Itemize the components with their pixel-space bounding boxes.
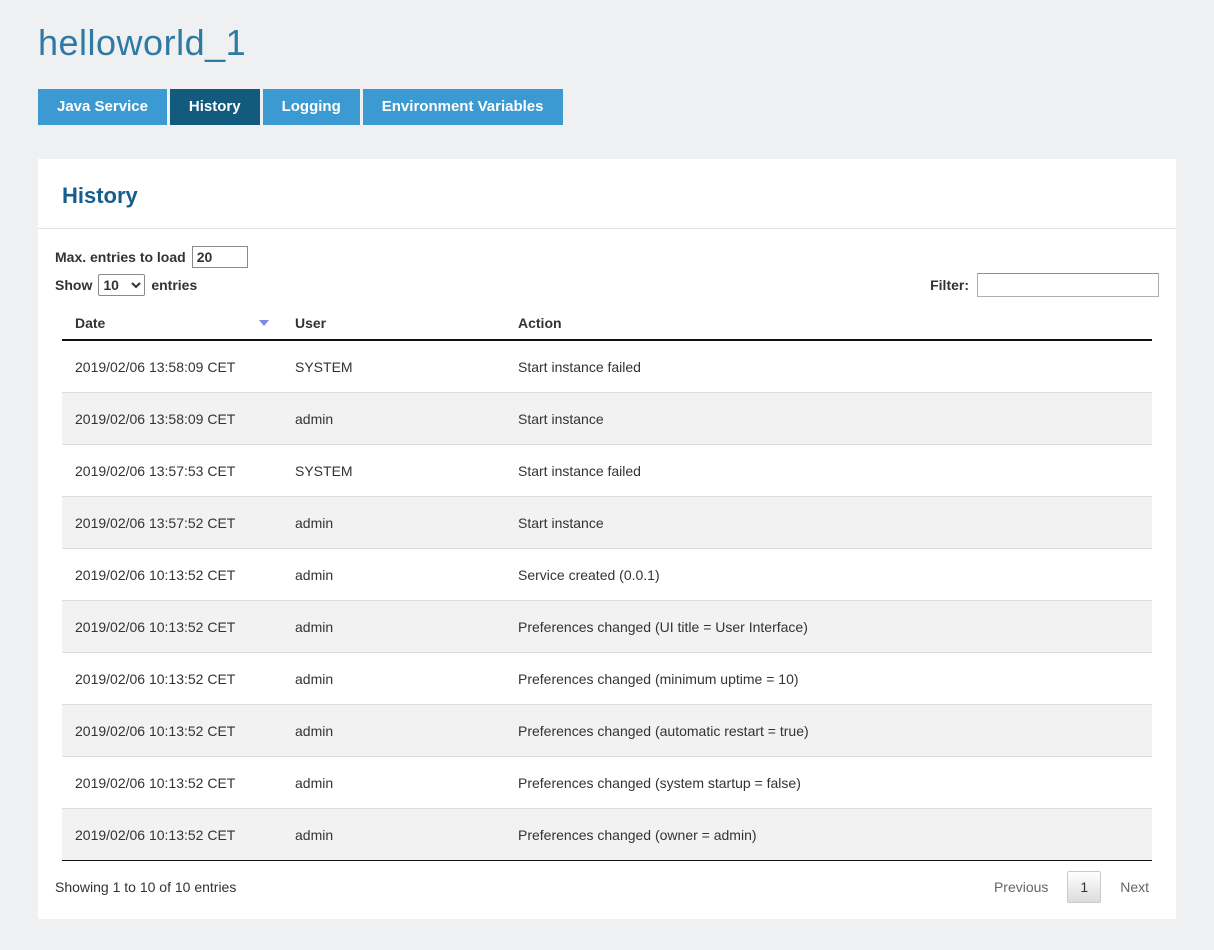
previous-page-button[interactable]: Previous (984, 873, 1058, 901)
tab-history[interactable]: History (170, 89, 260, 125)
table-row: 2019/02/06 10:13:52 CET admin Preference… (62, 601, 1152, 653)
sort-descending-icon (259, 320, 269, 326)
cell-user: admin (282, 757, 505, 809)
history-panel-header: History (38, 159, 1176, 229)
table-row: 2019/02/06 10:13:52 CET admin Preference… (62, 705, 1152, 757)
cell-user: admin (282, 601, 505, 653)
table-row: 2019/02/06 10:13:52 CET admin Preference… (62, 653, 1152, 705)
cell-user: admin (282, 653, 505, 705)
page-length-select[interactable]: 10 (98, 274, 145, 296)
cell-action: Start instance failed (505, 445, 1152, 497)
pagination: Previous 1 Next (984, 871, 1159, 903)
column-header-user[interactable]: User (282, 305, 505, 340)
cell-date: 2019/02/06 13:57:52 CET (62, 497, 282, 549)
show-entries-row: Show 10 entries Filter: (55, 273, 1159, 297)
cell-date: 2019/02/06 10:13:52 CET (62, 653, 282, 705)
cell-date: 2019/02/06 10:13:52 CET (62, 601, 282, 653)
cell-user: admin (282, 497, 505, 549)
cell-date: 2019/02/06 10:13:52 CET (62, 757, 282, 809)
entries-label: entries (151, 277, 197, 293)
cell-action: Preferences changed (UI title = User Int… (505, 601, 1152, 653)
column-header-action[interactable]: Action (505, 305, 1152, 340)
filter-input[interactable] (977, 273, 1159, 297)
cell-date: 2019/02/06 13:57:53 CET (62, 445, 282, 497)
page-number-button[interactable]: 1 (1067, 871, 1101, 903)
panel-heading: History (62, 183, 1152, 209)
table-row: 2019/02/06 13:57:52 CET admin Start inst… (62, 497, 1152, 549)
cell-action: Preferences changed (minimum uptime = 10… (505, 653, 1152, 705)
cell-user: SYSTEM (282, 340, 505, 393)
header-row: Date User Action (62, 305, 1152, 340)
history-panel: History Max. entries to load Show 10 ent… (38, 159, 1176, 919)
table-row: 2019/02/06 10:13:52 CET admin Service cr… (62, 549, 1152, 601)
cell-action: Start instance (505, 497, 1152, 549)
cell-date: 2019/02/06 13:58:09 CET (62, 393, 282, 445)
filter-label: Filter: (930, 277, 969, 293)
max-entries-input[interactable] (192, 246, 248, 268)
table-footer: Showing 1 to 10 of 10 entries Previous 1… (38, 861, 1176, 919)
column-header-date[interactable]: Date (62, 305, 282, 340)
cell-date: 2019/02/06 13:58:09 CET (62, 340, 282, 393)
page-container: helloworld_1 Java Service History Loggin… (0, 0, 1214, 919)
table-row: 2019/02/06 13:58:09 CET SYSTEM Start ins… (62, 340, 1152, 393)
history-table-head: Date User Action (62, 305, 1152, 340)
next-page-button[interactable]: Next (1110, 873, 1159, 901)
max-entries-label: Max. entries to load (55, 249, 186, 265)
table-row: 2019/02/06 10:13:52 CET admin Preference… (62, 757, 1152, 809)
table-controls: Max. entries to load Show 10 entries Fil… (38, 229, 1176, 305)
show-label: Show (55, 277, 92, 293)
cell-date: 2019/02/06 10:13:52 CET (62, 705, 282, 757)
cell-user: admin (282, 705, 505, 757)
column-header-action-label: Action (518, 315, 562, 331)
table-row: 2019/02/06 13:57:53 CET SYSTEM Start ins… (62, 445, 1152, 497)
entries-summary: Showing 1 to 10 of 10 entries (55, 879, 236, 895)
table-row: 2019/02/06 10:13:52 CET admin Preference… (62, 809, 1152, 861)
cell-action: Service created (0.0.1) (505, 549, 1152, 601)
cell-date: 2019/02/06 10:13:52 CET (62, 809, 282, 861)
cell-date: 2019/02/06 10:13:52 CET (62, 549, 282, 601)
cell-user: admin (282, 809, 505, 861)
tab-java-service[interactable]: Java Service (38, 89, 167, 125)
column-header-user-label: User (295, 315, 326, 331)
tab-logging[interactable]: Logging (263, 89, 360, 125)
column-header-date-label: Date (75, 315, 105, 331)
cell-action: Preferences changed (system startup = fa… (505, 757, 1152, 809)
max-entries-row: Max. entries to load (55, 245, 1159, 269)
tab-environment-variables[interactable]: Environment Variables (363, 89, 563, 125)
page-title: helloworld_1 (38, 0, 1176, 64)
cell-user: admin (282, 549, 505, 601)
history-table: Date User Action 2019/02/06 13:58:09 CET… (62, 305, 1152, 861)
cell-action: Start instance (505, 393, 1152, 445)
cell-action: Preferences changed (owner = admin) (505, 809, 1152, 861)
cell-user: SYSTEM (282, 445, 505, 497)
tab-bar: Java Service History Logging Environment… (38, 89, 1176, 125)
cell-action: Start instance failed (505, 340, 1152, 393)
history-table-body: 2019/02/06 13:58:09 CET SYSTEM Start ins… (62, 340, 1152, 861)
cell-action: Preferences changed (automatic restart =… (505, 705, 1152, 757)
table-row: 2019/02/06 13:58:09 CET admin Start inst… (62, 393, 1152, 445)
cell-user: admin (282, 393, 505, 445)
history-table-wrap: Date User Action 2019/02/06 13:58:09 CET… (62, 305, 1152, 861)
